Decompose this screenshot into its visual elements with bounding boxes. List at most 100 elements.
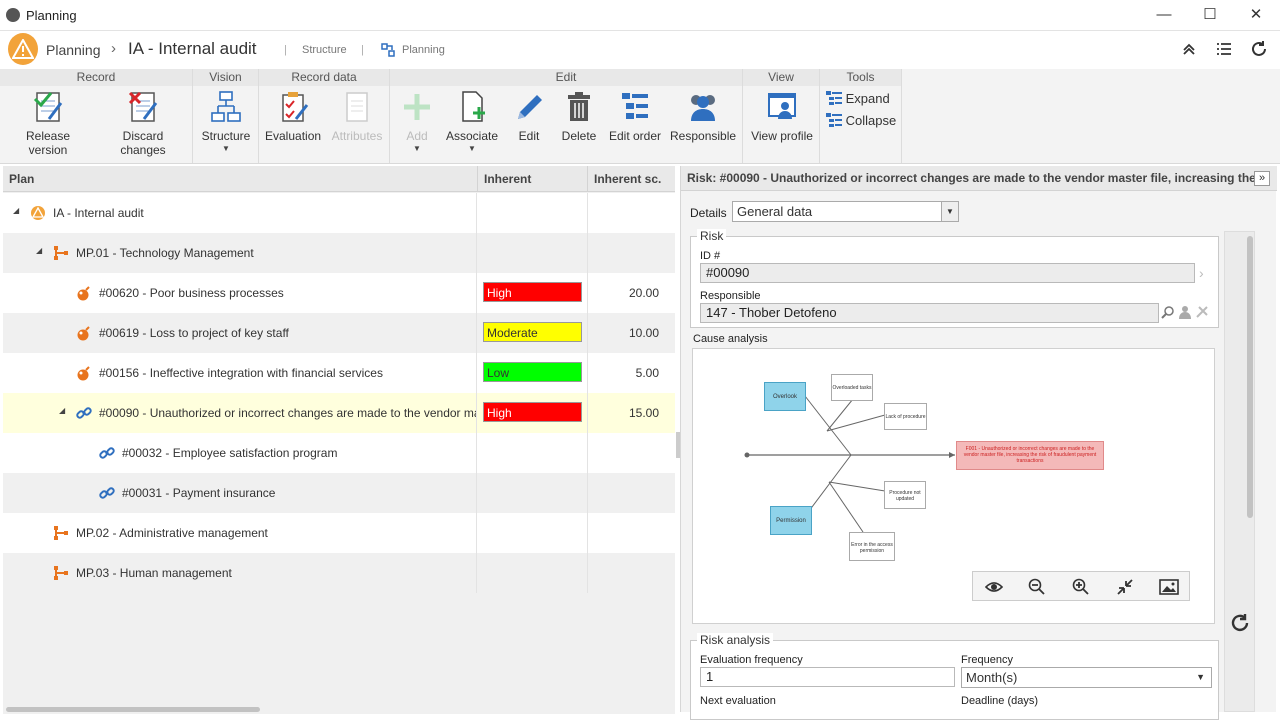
scrollbar-thumb[interactable] (1247, 236, 1253, 518)
risk-level-badge: Moderate (483, 322, 582, 342)
table-row[interactable]: ◢ IA - Internal audit (3, 193, 675, 233)
button-label: Discard changes (120, 129, 166, 157)
group-title: Edit (390, 69, 742, 86)
image-export-icon[interactable] (1159, 578, 1179, 596)
horizontal-scrollbar[interactable] (3, 706, 675, 714)
group-title: Tools (820, 69, 901, 86)
panel-expand-button[interactable]: » (1254, 171, 1270, 186)
inherent-cell: Moderate (478, 313, 588, 353)
column-header-inherent-score[interactable]: Inherent sc. (588, 166, 668, 192)
expand-toggle-icon[interactable]: ◢ (13, 206, 19, 215)
zoom-out-icon[interactable] (1028, 578, 1046, 596)
table-row[interactable]: MP.02 - Administrative management (3, 513, 675, 553)
inherent-score-cell: 20.00 (628, 286, 659, 300)
zoom-in-icon[interactable] (1072, 578, 1090, 596)
table-row[interactable]: #00031 - Payment insurance (3, 473, 675, 513)
plan-cell: #00620 - Poor business processes (3, 273, 477, 313)
column-header-plan[interactable]: Plan (3, 166, 478, 192)
table-row[interactable]: #00619 - Loss to project of key staff Mod… (3, 313, 675, 353)
responsible-button[interactable]: Responsible (670, 89, 736, 143)
table-row[interactable]: #00156 - Ineffective integration with fi… (3, 353, 675, 393)
id-label: ID # (700, 250, 721, 262)
cause-node[interactable]: Error in the access permission (849, 532, 895, 561)
search-icon[interactable] (1161, 305, 1175, 319)
table-row[interactable]: MP.03 - Human management (3, 553, 675, 593)
planning-link-icon (381, 43, 395, 57)
collapse-header-icon[interactable] (1182, 42, 1196, 56)
table-row[interactable]: #00032 - Employee satisfaction program (3, 433, 675, 473)
discard-changes-button[interactable]: Discard changes (100, 89, 186, 157)
id-field[interactable]: #00090 (700, 263, 1195, 283)
close-button[interactable]: ✕ (1244, 4, 1268, 26)
maximize-button[interactable]: ☐ (1198, 4, 1222, 26)
expand-icon (826, 91, 842, 105)
evaluation-button[interactable]: Evaluation (265, 89, 321, 143)
inherent-score-cell (589, 433, 667, 473)
table-row[interactable]: ◢ #00090 - Unauthorized or incorrect chan… (3, 393, 675, 433)
edit-order-button[interactable]: Edit order (608, 89, 662, 143)
details-select[interactable]: General data ▼ (732, 201, 959, 222)
button-label: Delete (561, 129, 597, 143)
pencil-icon (518, 95, 542, 119)
evaluation-frequency-field[interactable]: 1 (700, 667, 955, 687)
category-permission[interactable]: Permission (770, 506, 812, 535)
tree-header: Plan Inherent Inherent sc. (3, 166, 675, 192)
clear-icon[interactable] (1195, 305, 1209, 319)
expand-toggle-icon[interactable]: ◢ (36, 246, 42, 255)
ribbon-group-vision: Vision Structure ▼ (193, 69, 259, 163)
users-icon (691, 95, 715, 121)
structure-button[interactable]: Structure ▼ (199, 89, 253, 153)
expand-toggle-icon[interactable]: ◢ (59, 406, 65, 415)
breadcrumb-module[interactable]: Planning (46, 42, 101, 58)
refresh-icon[interactable] (1250, 40, 1268, 58)
button-label: Add (406, 129, 428, 143)
minimize-button[interactable]: — (1152, 4, 1176, 26)
cause-node[interactable]: Overloaded tasks (831, 374, 873, 401)
view-profile-button[interactable]: View profile (749, 89, 815, 143)
refresh-diagram-icon[interactable] (1229, 612, 1251, 634)
inherent-score-cell (589, 513, 667, 553)
inherent-cell (478, 513, 588, 553)
effect-node[interactable]: F001 - Unauthorized or incorrect changes… (956, 441, 1104, 470)
add-button[interactable]: Add ▼ (394, 89, 440, 153)
window-title: Planning (26, 8, 77, 23)
category-overlook[interactable]: Overlook (764, 382, 806, 411)
expand-button[interactable]: Expand (826, 91, 890, 106)
scrollbar-thumb[interactable] (6, 707, 260, 712)
plan-cell: #00156 - Ineffective integration with fi… (3, 353, 477, 393)
button-label: Structure (201, 129, 251, 143)
edit-button[interactable]: Edit (506, 89, 552, 143)
inherent-score-cell (589, 233, 667, 273)
attributes-button[interactable]: Attributes (329, 89, 385, 143)
release-version-button[interactable]: Release version (6, 89, 90, 157)
table-row[interactable]: #00620 - Poor business processes High 20.0… (3, 273, 675, 313)
responsible-field[interactable]: 147 - Thober Detofeno (700, 303, 1159, 323)
id-navigate-icon[interactable]: › (1199, 263, 1213, 283)
planning-warning-icon (8, 33, 38, 65)
panel-title-text: Risk: #00090 - Unauthorized or incorrect… (687, 171, 1266, 185)
user-icon[interactable] (1178, 305, 1192, 319)
risk-level-badge: High (483, 282, 582, 302)
frequency-select[interactable]: Month(s) ▼ (961, 667, 1212, 688)
add-icon (404, 94, 430, 120)
list-icon[interactable] (1216, 42, 1232, 56)
fit-to-screen-icon[interactable] (1116, 578, 1134, 596)
table-row[interactable]: ◢ MP.01 - Technology Management (3, 233, 675, 273)
ribbon-group-record-data: Record data Evaluation Attributes (259, 69, 390, 163)
column-header-inherent[interactable]: Inherent (478, 166, 588, 192)
row-label: #00090 - Unauthorized or incorrect chang… (99, 406, 476, 420)
associate-button[interactable]: Associate ▼ (446, 89, 498, 153)
eye-icon[interactable] (985, 579, 1003, 595)
cause-node[interactable]: Procedure not updated (884, 481, 926, 509)
planning-link[interactable]: Planning (402, 44, 445, 56)
process-icon (53, 525, 69, 541)
delete-button[interactable]: Delete (556, 89, 602, 143)
responsible-label: Responsible (700, 290, 761, 302)
vertical-scrollbar[interactable] (1224, 231, 1255, 712)
inherent-cell (478, 193, 588, 233)
cause-node[interactable]: Lack of procedure (884, 403, 927, 430)
structure-link[interactable]: Structure (302, 44, 347, 56)
process-icon (53, 245, 69, 261)
row-label: MP.02 - Administrative management (76, 526, 268, 540)
collapse-button[interactable]: Collapse (826, 113, 896, 128)
